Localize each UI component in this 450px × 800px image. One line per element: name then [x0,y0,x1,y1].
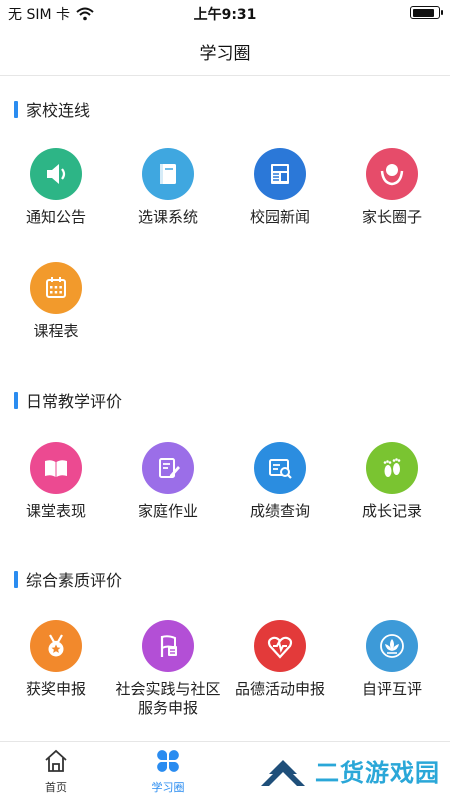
menu-item-course-selection[interactable]: 选课系统 [112,148,224,227]
icon-circle [254,620,306,672]
section-accent-bar [14,100,18,118]
menu-item-class-performance[interactable]: 课堂表现 [0,442,112,521]
speaker-icon [47,164,66,184]
home-icon [45,749,67,772]
battery-icon [410,6,443,19]
icon-circle [30,620,82,672]
menu-item-label: 自评互评 [361,680,422,698]
menu-item-label: 成长记录 [361,502,422,520]
section-title-text: 综合素质评价 [26,571,123,590]
status-time: 上午9:31 [193,7,257,23]
icon-circle [366,148,418,200]
icon-circle [142,148,194,200]
section-title: 日常教学评价 [14,391,123,411]
nav-bar: 学习圈 [0,26,450,76]
open-book-icon [45,460,67,477]
menu-item-label: 校园新闻 [249,208,310,226]
menu-item-label: 家长圈子 [361,208,422,226]
watermark: 二货游戏园 [259,752,440,788]
menu-item-label: 社会实践与社区服务申报 [115,680,221,717]
icon-circle [142,442,194,494]
heart-icon [267,636,293,659]
section-title: 家校连线 [14,100,91,120]
menu-item-label: 选课系统 [137,208,198,226]
section-accent-bar [14,391,18,409]
flag-icon [160,635,177,657]
menu-item-label: 课堂表现 [25,502,86,520]
menu-item-award-application[interactable]: 获奖申报 [0,620,112,699]
icon-circle [142,620,194,672]
icon-circle [366,442,418,494]
menu-item-label: 获奖申报 [25,680,86,698]
section-title: 综合素质评价 [14,570,123,590]
menu-item-self-peer-evaluation[interactable]: 自评互评 [336,620,448,699]
newspaper-icon [271,164,289,184]
menu-item-growth-record[interactable]: 成长记录 [336,442,448,521]
menu-item-label: 课程表 [33,322,79,340]
menu-item-label: 家庭作业 [137,502,198,520]
tab-label: 首页 [45,781,67,794]
tab-label: 学习圈 [151,781,185,794]
watermark-text: 二货游戏园 [315,758,440,787]
parent-icon [380,164,404,186]
menu-item-grade-query[interactable]: 成绩查询 [224,442,336,521]
medal-icon [48,634,64,657]
section-title-text: 日常教学评价 [26,392,123,411]
icon-circle [30,148,82,200]
menu-item-label: 品德活动申报 [234,680,325,698]
menu-item-label: 成绩查询 [249,502,310,520]
page-title: 学习圈 [199,44,251,64]
menu-item-timetable[interactable]: 课程表 [0,262,112,341]
watermark-logo-icon [261,760,305,786]
book-icon [160,164,176,184]
icon-circle [254,148,306,200]
icon-circle [254,442,306,494]
homework-icon [159,458,180,478]
lotus-icon [380,634,404,658]
menu-item-notices[interactable]: 通知公告 [0,148,112,227]
icon-circle [30,442,82,494]
icon-circle [30,262,82,314]
tab-home[interactable]: 首页 [0,748,112,795]
icon-circle [366,620,418,672]
menu-item-campus-news[interactable]: 校园新闻 [224,148,336,227]
grade-search-icon [269,459,292,479]
footprints-icon [383,458,401,477]
menu-item-parents-circle[interactable]: 家长圈子 [336,148,448,227]
menu-item-label: 通知公告 [25,208,86,226]
status-bar: 无 SIM 卡 上午9:31 [0,0,450,26]
tab-study-circle[interactable]: 学习圈 [112,748,224,795]
clover-icon [157,750,179,772]
menu-item-social-practice[interactable]: 社会实践与社区服务申报 [112,620,224,718]
section-accent-bar [14,570,18,588]
section-title-text: 家校连线 [26,101,91,120]
calendar-icon [46,277,66,298]
battery-fill [412,8,435,17]
menu-item-moral-activity[interactable]: 品德活动申报 [224,620,336,699]
menu-item-homework[interactable]: 家庭作业 [112,442,224,521]
